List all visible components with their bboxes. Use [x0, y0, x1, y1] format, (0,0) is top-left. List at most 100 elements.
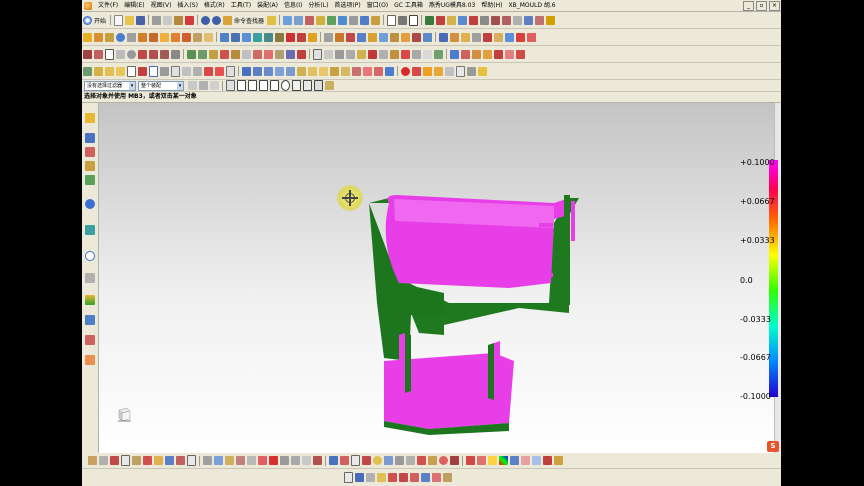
groove-icon[interactable]: [182, 32, 191, 42]
check-geometry-icon[interactable]: [341, 66, 350, 76]
menu-tools[interactable]: 工具(T): [228, 0, 254, 11]
helix-icon[interactable]: [138, 49, 147, 59]
menu-file[interactable]: 文件(F): [95, 0, 121, 11]
subtract-icon[interactable]: [231, 32, 240, 42]
draft-analysis-icon[interactable]: [275, 66, 284, 76]
arc-tool-icon[interactable]: [94, 49, 103, 59]
view-iso-icon[interactable]: [388, 473, 397, 482]
revolve-icon[interactable]: [305, 15, 315, 25]
roles-icon[interactable]: [85, 113, 95, 123]
menu-preferences[interactable]: 首选项(P): [331, 0, 363, 11]
menu-analysis[interactable]: 分析(L): [305, 0, 331, 11]
edit-position-icon[interactable]: [324, 49, 333, 59]
ruled-icon[interactable]: [198, 49, 207, 59]
draft-icon[interactable]: [275, 32, 284, 42]
extend-sheet-icon[interactable]: [286, 49, 295, 59]
rib-icon[interactable]: [204, 32, 213, 42]
type-filter-dropdown[interactable]: 没有选择过滤器 ▾: [84, 80, 136, 91]
support-pillar-icon[interactable]: [247, 456, 256, 465]
expression-icon[interactable]: [368, 49, 377, 59]
colour-icon[interactable]: [499, 456, 508, 465]
unite-icon[interactable]: [220, 32, 229, 42]
layout-grid-icon[interactable]: [121, 455, 130, 466]
ellipse-icon[interactable]: [127, 49, 136, 59]
scope-dropdown[interactable]: 整个装配 ▾: [138, 80, 184, 91]
point-on-face-icon[interactable]: [314, 80, 323, 91]
pocket-icon[interactable]: [149, 32, 158, 42]
standard-part-icon[interactable]: [423, 66, 432, 76]
center-snap-icon[interactable]: [281, 80, 290, 91]
color-palette-icon[interactable]: [138, 66, 147, 76]
constraint-icon[interactable]: [483, 32, 492, 42]
core-cavity-icon[interactable]: [483, 49, 492, 59]
view-trimetric-icon[interactable]: [399, 473, 408, 482]
point-on-curve-icon[interactable]: [303, 80, 312, 91]
cavity-layout-icon[interactable]: [478, 66, 487, 76]
quadrant-snap-icon[interactable]: [292, 80, 301, 91]
cut-icon[interactable]: [152, 15, 162, 25]
studio-surface-icon[interactable]: [231, 49, 240, 59]
assembly-navigator-icon[interactable]: [450, 32, 459, 42]
control-point-snap-icon[interactable]: [259, 80, 268, 91]
delete-icon[interactable]: [185, 15, 195, 25]
midpoint-snap-icon[interactable]: [248, 80, 257, 91]
split-view-icon[interactable]: [160, 66, 169, 76]
tolerance-icon[interactable]: [340, 456, 349, 465]
undo-icon[interactable]: [201, 15, 211, 25]
wire-icon[interactable]: [280, 456, 289, 465]
deviation-gauge-icon[interactable]: [242, 66, 251, 76]
fillet-curve-icon[interactable]: [149, 49, 158, 59]
wave-link-icon[interactable]: [505, 32, 514, 42]
view-back-icon[interactable]: [410, 473, 419, 482]
intersect-icon[interactable]: [242, 32, 251, 42]
draft-check-icon[interactable]: [88, 456, 97, 465]
sketch-icon[interactable]: [283, 15, 293, 25]
blend-icon[interactable]: [327, 15, 337, 25]
hole-icon[interactable]: [127, 32, 136, 42]
menu-information[interactable]: 信息(I): [281, 0, 305, 11]
history-tab-icon[interactable]: [85, 225, 95, 235]
studio-icon[interactable]: [521, 456, 530, 465]
thread-icon[interactable]: [193, 32, 202, 42]
view-top-icon[interactable]: [366, 473, 375, 482]
menu-view[interactable]: 视图(V): [148, 0, 175, 11]
system-materials-icon[interactable]: [85, 273, 95, 283]
window-frame-icon[interactable]: [149, 65, 158, 77]
display-mode-icon[interactable]: [387, 14, 397, 26]
minimize-icon[interactable]: _: [743, 0, 754, 11]
web-browser-tab-icon[interactable]: [85, 199, 95, 209]
slider-icon[interactable]: [505, 49, 514, 59]
block-icon[interactable]: [83, 32, 92, 42]
shaded-icon[interactable]: [398, 15, 408, 25]
lighting-icon[interactable]: [488, 456, 497, 465]
face-curvature-icon[interactable]: [253, 66, 262, 76]
animation-icon[interactable]: [554, 456, 563, 465]
assembly-navigator-tab-icon[interactable]: [85, 133, 95, 143]
graphics-window[interactable]: [99, 103, 781, 453]
magnet-icon[interactable]: [269, 456, 278, 465]
cone-icon[interactable]: [105, 32, 114, 42]
background-icon[interactable]: [532, 456, 541, 465]
menu-xb-mould[interactable]: XB_MOULD 胡.6: [506, 0, 559, 11]
chamfer-icon[interactable]: [264, 32, 273, 42]
parting-check-icon[interactable]: [99, 456, 108, 465]
note-icon[interactable]: [351, 455, 360, 466]
polygon-icon[interactable]: [116, 49, 125, 59]
parting-surface-icon[interactable]: [472, 49, 481, 59]
lifter-icon[interactable]: [176, 456, 185, 465]
swept-icon[interactable]: [209, 49, 218, 59]
menu-help[interactable]: 帮助(H): [478, 0, 505, 11]
blank-sheet-icon[interactable]: [127, 65, 136, 77]
symbol-icon[interactable]: [362, 456, 371, 465]
part-navigator-tab-icon[interactable]: [85, 161, 95, 171]
reorder-icon[interactable]: [357, 49, 366, 59]
simple-interference-icon[interactable]: [374, 66, 383, 76]
mold-tools-icon[interactable]: [423, 32, 432, 42]
reflection-icon[interactable]: [264, 66, 273, 76]
text-tool-icon[interactable]: [546, 15, 556, 25]
view-front-icon[interactable]: [355, 473, 364, 482]
surface-finish-icon[interactable]: [417, 456, 426, 465]
materials-textures-icon[interactable]: [477, 456, 486, 465]
layout-icon[interactable]: [171, 65, 180, 77]
menu-yanxiu-mold[interactable]: 燕秀UG模具8.03: [426, 0, 478, 11]
